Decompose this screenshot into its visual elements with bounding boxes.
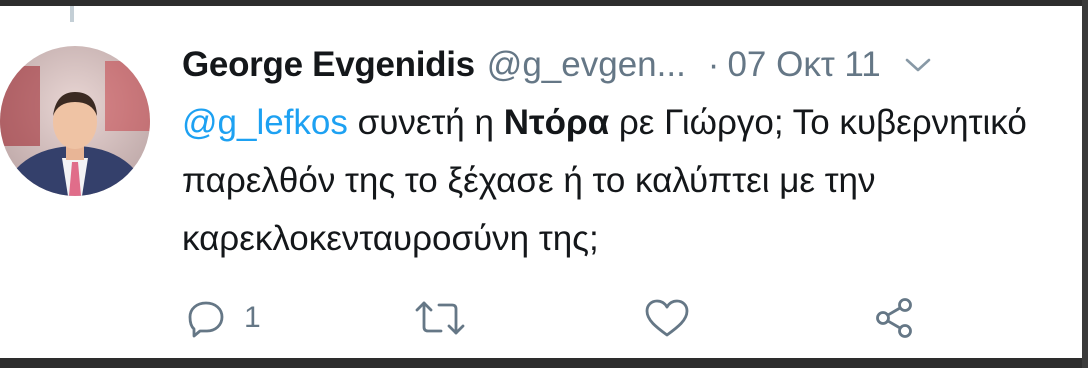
avatar[interactable]: [0, 46, 150, 196]
retweet-button[interactable]: [414, 288, 466, 348]
chevron-down-icon[interactable]: [903, 50, 933, 80]
reply-icon: [186, 298, 226, 338]
bottom-border: [0, 358, 1088, 368]
tweet-text-bold: Ντόρα: [503, 103, 610, 142]
tweet-date[interactable]: 07 Οκτ 11: [727, 45, 880, 85]
mention-link[interactable]: @g_lefkos: [182, 103, 348, 142]
tweet-actions: 1: [0, 288, 1082, 348]
tweet-text: @g_lefkos συνετή η Ντόρα ρε Γιώργο; Το κ…: [182, 94, 1062, 268]
screenshot-frame: George Evgenidis @g_evgen... · 07 Οκτ 11…: [0, 0, 1088, 368]
like-button[interactable]: [644, 288, 690, 348]
author-handle[interactable]: @g_evgen...: [487, 45, 686, 85]
share-icon: [874, 297, 916, 339]
tweet-text-part: συνετή η: [347, 103, 504, 142]
share-button[interactable]: [874, 288, 916, 348]
reply-button[interactable]: 1: [186, 288, 261, 348]
header-separator: ·: [707, 45, 720, 84]
reply-count: 1: [244, 301, 261, 334]
tweet-card[interactable]: George Evgenidis @g_evgen... · 07 Οκτ 11…: [0, 6, 1082, 358]
thread-connector-line: [70, 6, 74, 22]
retweet-icon: [414, 298, 466, 338]
right-border: [1082, 0, 1088, 368]
tweet-header: George Evgenidis @g_evgen... · 07 Οκτ 11: [182, 36, 1072, 94]
heart-icon: [644, 298, 690, 338]
avatar-image: [0, 46, 150, 196]
author-name[interactable]: George Evgenidis: [182, 45, 475, 85]
